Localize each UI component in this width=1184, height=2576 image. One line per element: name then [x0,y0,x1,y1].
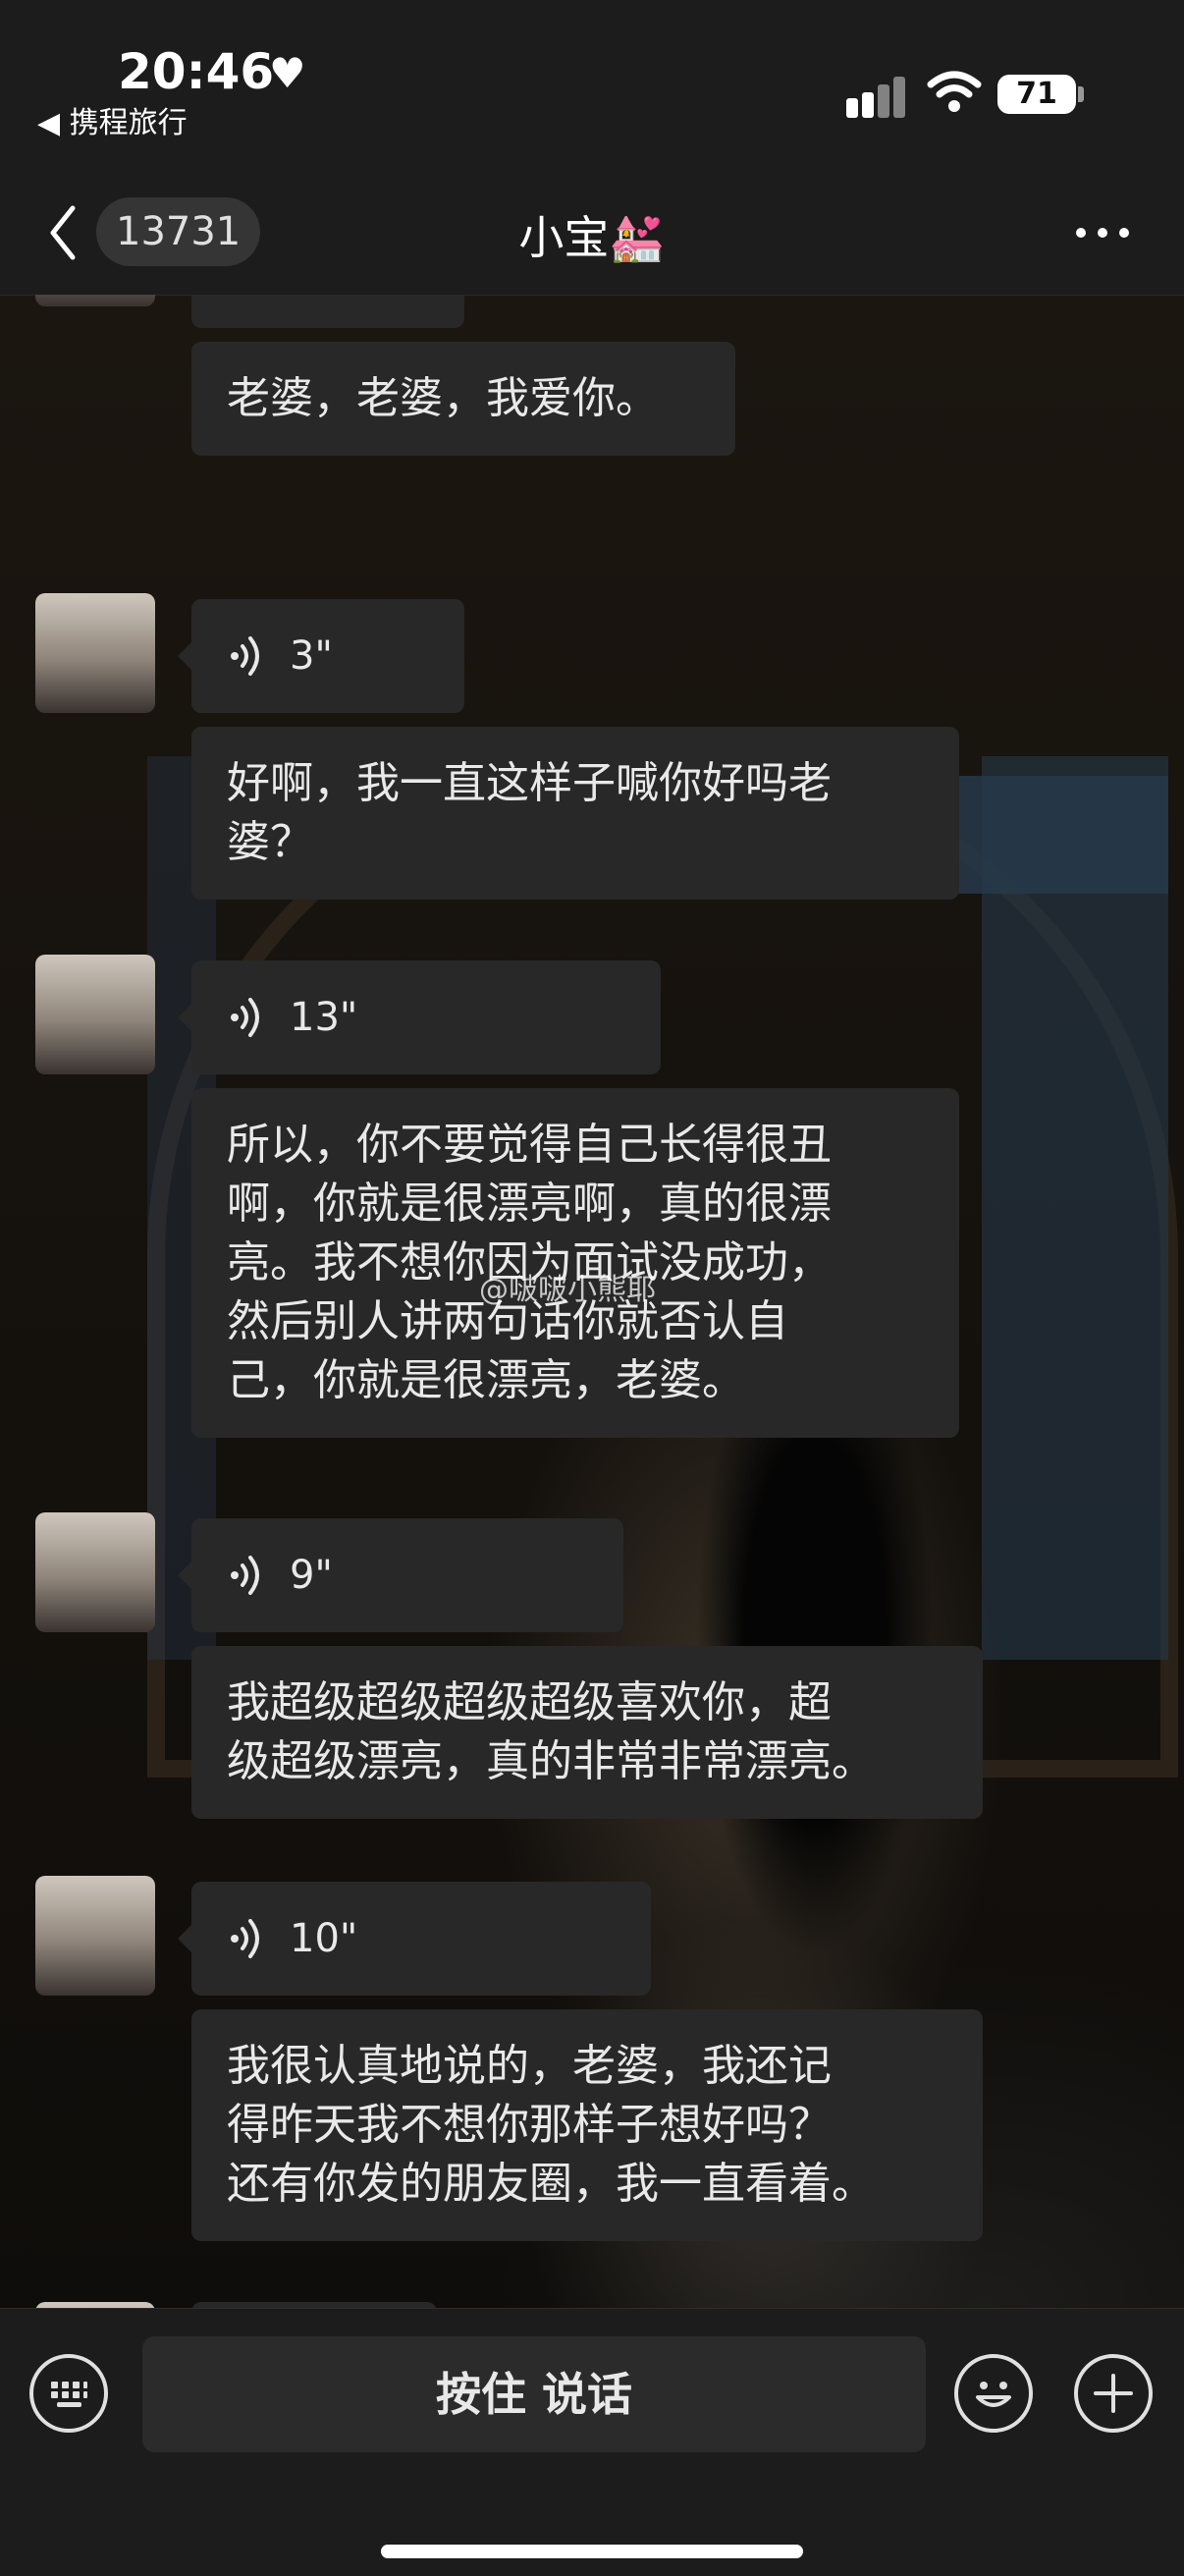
transcript-line: 所以，你不要觉得自己长得很丑 [227,1120,832,1170]
status-bar: 20:46 ♥ ◀ 携程旅行 71 [0,0,1184,177]
transcript-line: 级超级漂亮，真的非常非常漂亮。 [227,1736,875,1786]
transcript-bubble[interactable]: 好啊，我一直这样子喊你好吗老 婆？ [191,727,959,900]
voice-duration: 10" [290,1916,358,1961]
voice-message-bubble[interactable]: 10" [178,1882,651,1996]
voice-duration: 3" [290,295,333,301]
status-time: 20:46 [118,43,275,100]
transcript-line: 己，你就是很漂亮，老婆。 [227,1355,745,1405]
transcript-bubble[interactable]: 我超级超级超级超级喜欢你，超 级超级漂亮，真的非常非常漂亮。 [191,1646,983,1819]
voice-message-bubble[interactable]: 13" [178,960,661,1074]
transcript-bubble[interactable]: 老婆，老婆，我爱你。 [191,342,735,456]
voice-wave-icon [231,998,259,1037]
voice-message-bubble[interactable]: 3" [178,599,464,713]
more-dots-icon[interactable] [1076,222,1131,242]
voice-message-bubble[interactable]: 3" [191,295,464,328]
transcript-line: 婆？ [227,817,313,867]
battery-indicator: 71 [997,75,1076,114]
avatar[interactable] [35,1876,155,1996]
voice-duration: 9" [290,1553,333,1598]
voice-wave-icon [231,1919,259,1958]
transcript-line: 我很认真地说的，老婆，我还记 [227,2041,832,2091]
watermark: @啵啵小熊耶 [479,1273,656,1307]
voice-duration: 3" [290,633,333,679]
voice-wave-icon [231,1556,259,1595]
transcript-bubble[interactable]: 所以，你不要觉得自己长得很丑 啊，你就是很漂亮啊，真的很漂 亮。我不想你因为面试… [191,1088,959,1438]
transcript-line: 得昨天我不想你那样子想好吗？ [227,2100,832,2150]
transcript-line: 好啊，我一直这样子喊你好吗老 [227,758,832,808]
voice-wave-icon [231,636,259,676]
transcript-line: 还有你发的朋友圈，我一直看着。 [227,2159,875,2209]
avatar[interactable] [35,295,155,306]
avatar[interactable] [35,955,155,1074]
hold-to-talk-button[interactable]: 按住 说话 [142,2336,926,2452]
input-bar: 按住 说话 [0,2308,1184,2576]
cellular-signal-icon [846,77,909,118]
battery-cap [1078,86,1084,102]
back-to-app-link[interactable]: ◀ 携程旅行 [37,98,188,141]
keyboard-icon[interactable] [29,2354,108,2433]
avatar[interactable] [35,1512,155,1632]
transcript-line: 我超级超级超级超级喜欢你，超 [227,1677,832,1727]
emoji-icon[interactable] [954,2354,1033,2433]
voice-duration: 13" [290,995,358,1040]
avatar[interactable] [35,593,155,713]
transcript-bubble[interactable]: 我很认真地说的，老婆，我还记 得昨天我不想你那样子想好吗？ 还有你发的朋友圈，我… [191,2009,983,2241]
plus-icon[interactable] [1074,2354,1153,2433]
chat-header: 13731 小宝💒 [0,177,1184,296]
wifi-icon [927,71,982,112]
transcript-line: 啊，你就是很漂亮啊，真的很漂 [227,1178,832,1229]
heart-icon: ♥ [269,49,306,97]
transcript-line: 老婆，老婆，我爱你。 [227,373,659,423]
voice-message-bubble[interactable]: 9" [178,1518,623,1632]
chat-title: 小宝💒 [518,211,666,264]
home-indicator[interactable] [381,2545,803,2558]
